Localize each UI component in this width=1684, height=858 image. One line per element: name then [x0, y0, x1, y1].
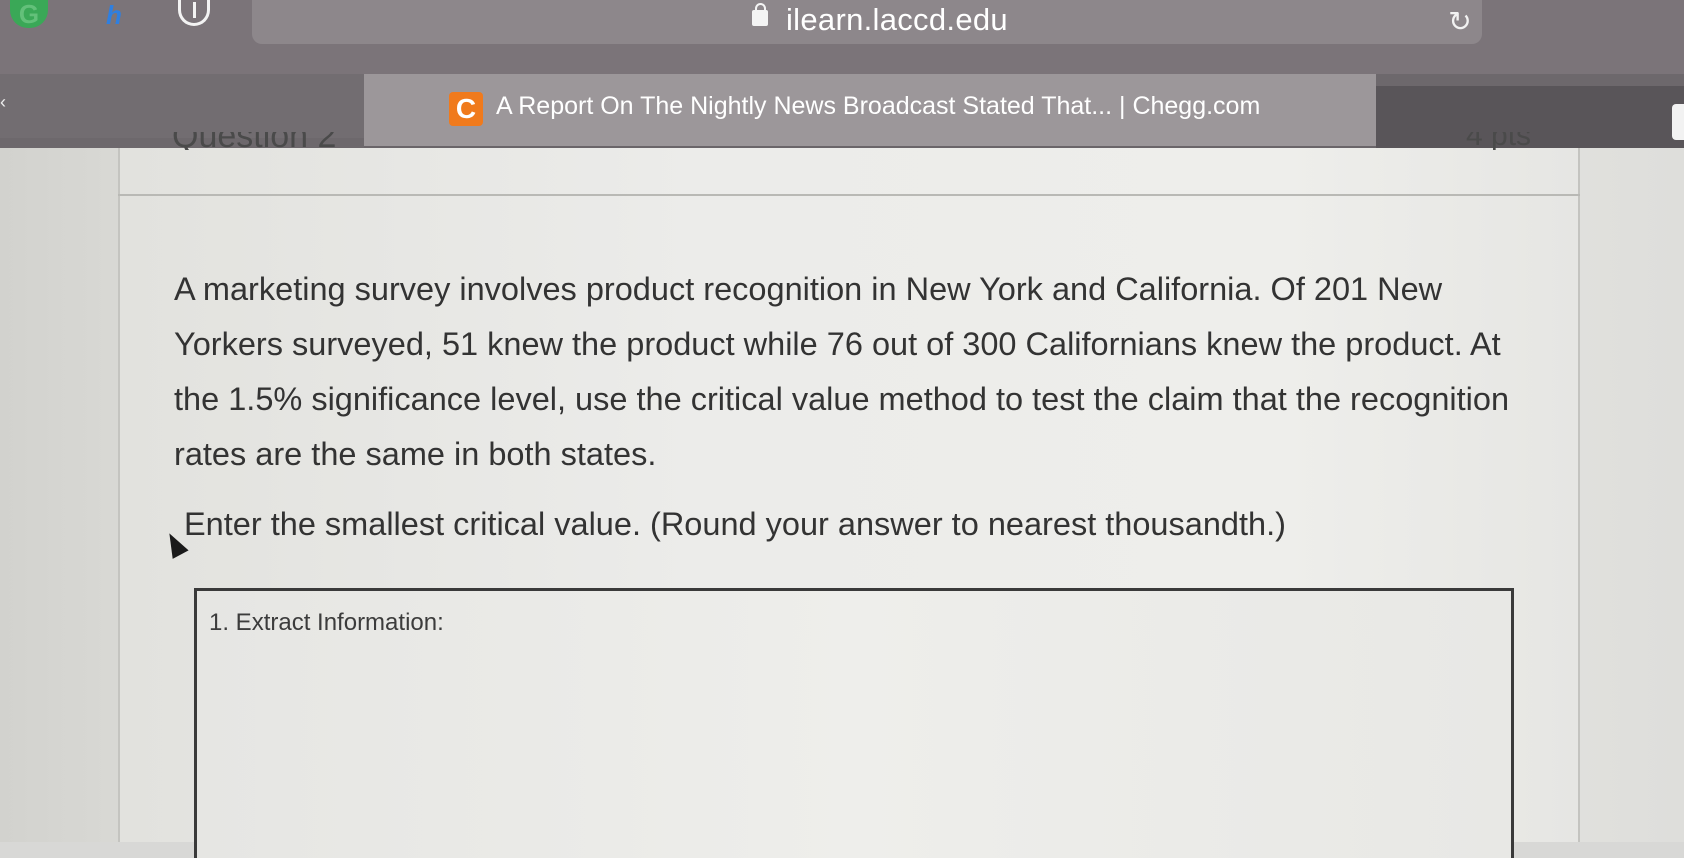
tab-title: A Report On The Nightly News Broadcast S…	[496, 92, 1261, 120]
tab-overflow-icon[interactable]	[1672, 104, 1684, 140]
question-points: 4 pts	[1466, 132, 1532, 150]
answer-text[interactable]: 1. Extract Information:	[209, 609, 444, 637]
reload-icon[interactable]: ↻	[1442, 4, 1478, 40]
answer-textarea[interactable]: 1. Extract Information:	[194, 588, 1514, 858]
question-heading: Question 2	[172, 132, 336, 150]
chegg-favicon-icon: C	[449, 92, 483, 126]
browser-toolbar: G h ilearn.laccd.edu ↻	[0, 0, 1684, 74]
address-bar[interactable]: ilearn.laccd.edu ↻	[252, 0, 1482, 44]
divider	[118, 194, 1580, 196]
question-body: A marketing survey involves product reco…	[174, 271, 1510, 472]
grammarly-icon[interactable]: G	[10, 0, 48, 29]
honey-icon[interactable]: h	[96, 0, 132, 30]
lock-icon	[752, 3, 768, 26]
question-prompt: Enter the smallest critical value. (Roun…	[184, 506, 1286, 542]
shield-icon[interactable]	[178, 0, 210, 26]
url-text[interactable]: ilearn.laccd.edu	[786, 2, 1008, 38]
tab-inactive-left[interactable]	[0, 74, 364, 138]
chevron-left-icon[interactable]: ‹	[0, 92, 6, 113]
tab-chegg[interactable]: C A Report On The Nightly News Broadcast…	[364, 74, 1376, 148]
